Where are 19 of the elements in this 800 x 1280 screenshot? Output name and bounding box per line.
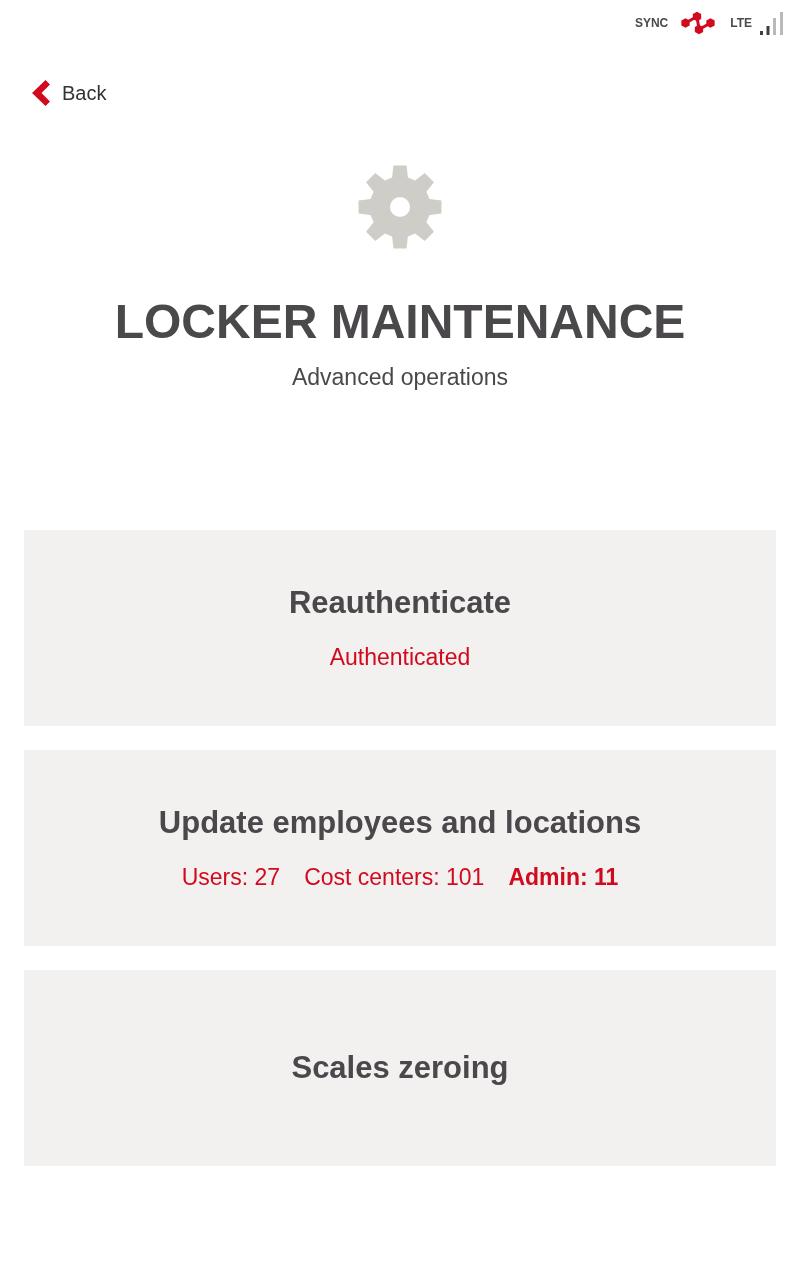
status-text: Users: 27 [181,863,281,891]
card-title: Update employees and locations [158,805,642,841]
back-button[interactable]: Back [32,78,107,108]
page-title: LOCKER MAINTENANCE [114,294,686,350]
chevron-left-icon [32,80,50,106]
action-card[interactable]: Reauthenticate Authenticated [24,530,776,726]
page-subtitle: Advanced operations [291,363,509,391]
status-text: Cost centers: 101 [304,863,485,891]
gear-icon [358,165,442,249]
status-text: Admin: 11 [508,863,619,891]
network-nodes-icon [681,11,716,35]
action-card[interactable]: Scales zeroing [24,970,776,1166]
network-type-label: LTE [730,16,752,30]
card-title: Scales zeroing [291,1050,509,1086]
sync-label: SYNC [634,16,669,30]
signal-icon [760,11,784,35]
card-title: Reauthenticate [288,585,512,621]
action-card[interactable]: Update employees and locations Users: 27 Cost centers: 101 Admin: 11 [24,750,776,946]
status-text: Authenticated [329,643,471,671]
